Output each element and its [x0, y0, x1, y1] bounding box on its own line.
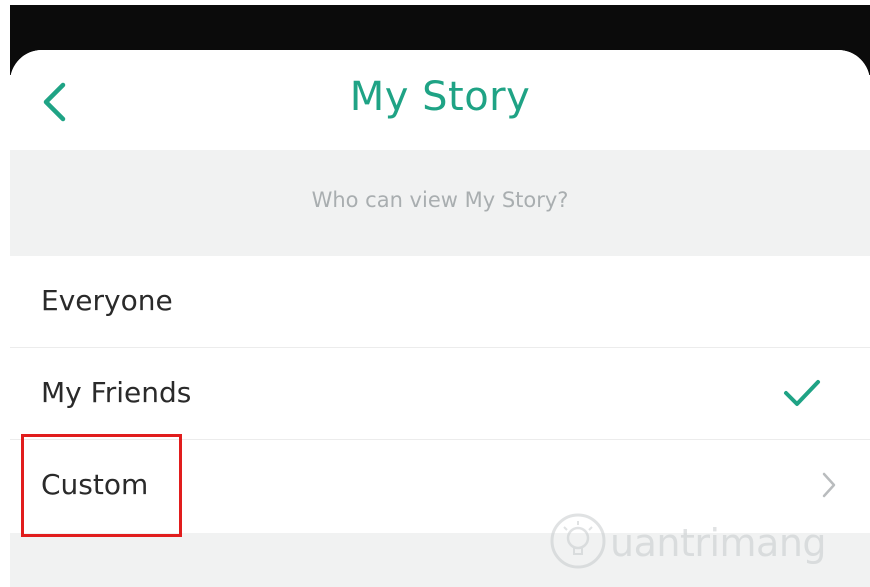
watermark: uantrimang: [548, 505, 848, 575]
chevron-right-icon: [822, 472, 836, 498]
checkmark-icon: [784, 380, 820, 406]
bulb-logo-icon: [550, 513, 606, 569]
section-prompt: Who can view My Story?: [311, 188, 569, 212]
option-label: My Friends: [41, 376, 192, 409]
option-label: Everyone: [41, 284, 173, 317]
option-everyone[interactable]: Everyone: [10, 256, 870, 348]
highlight-annotation-box: [21, 434, 182, 537]
nav-header: My Story: [10, 50, 870, 150]
watermark-text: uantrimang: [610, 521, 827, 565]
page-title: My Story: [349, 74, 531, 120]
section-header: Who can view My Story?: [10, 150, 870, 256]
option-my-friends[interactable]: My Friends: [10, 348, 870, 440]
